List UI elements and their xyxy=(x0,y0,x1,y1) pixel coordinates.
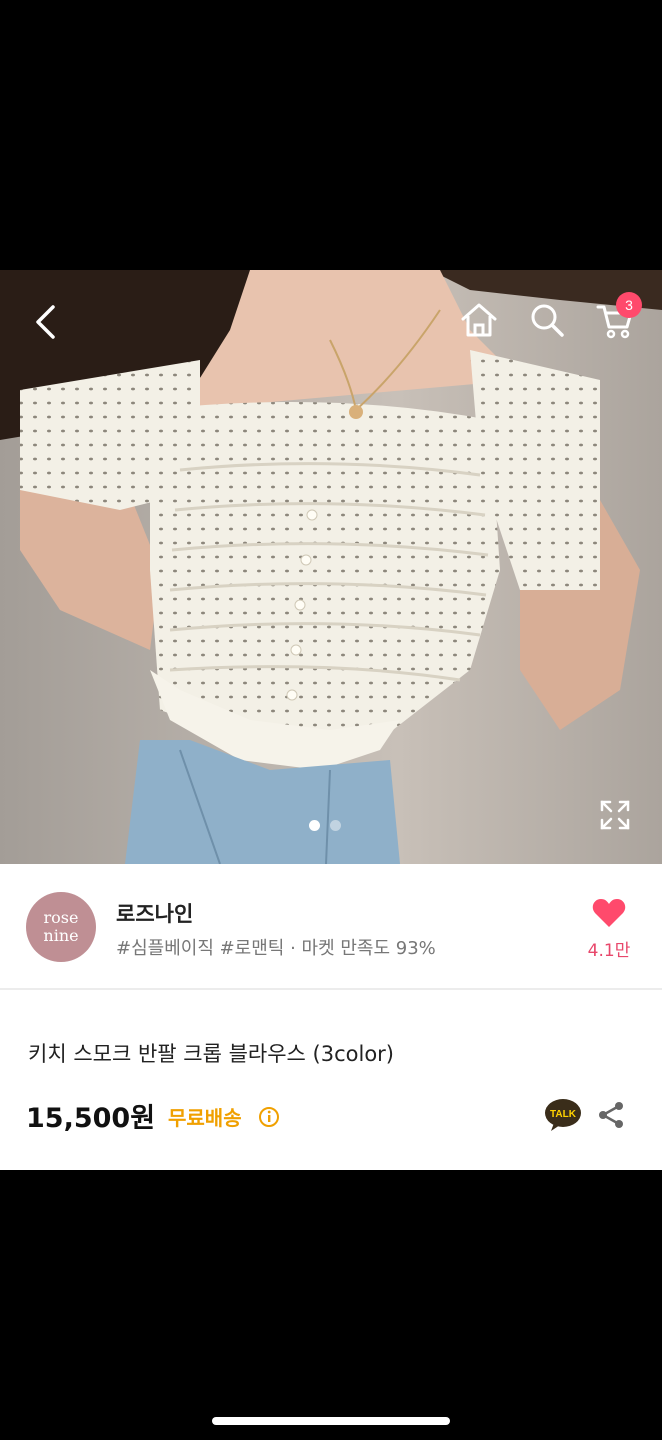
like-button[interactable] xyxy=(592,898,628,928)
expand-icon xyxy=(600,800,630,830)
search-icon xyxy=(531,304,564,337)
product-photo-illustration xyxy=(0,270,662,864)
expand-image-button[interactable] xyxy=(598,798,632,832)
chevron-left-icon xyxy=(36,305,55,339)
cart-count-badge: 3 xyxy=(616,292,642,318)
shop-logo-line1: rose xyxy=(43,908,79,927)
pagination-dot[interactable] xyxy=(330,820,341,831)
kakao-talk-share-button[interactable]: TALK xyxy=(544,1098,582,1132)
heart-icon xyxy=(592,899,626,927)
info-icon[interactable] xyxy=(258,1106,280,1128)
pagination-dot-active[interactable] xyxy=(309,820,320,831)
back-button[interactable] xyxy=(24,300,68,344)
share-icon xyxy=(599,1102,623,1128)
shop-name[interactable]: 로즈나인 xyxy=(116,898,193,928)
home-icon xyxy=(461,303,497,337)
shop-tags: #심플베이직 #로맨틱 · 마켓 만족도 93% xyxy=(116,938,436,959)
shop-logo-line2: nine xyxy=(43,926,79,945)
shop-logo[interactable]: rose nine xyxy=(26,892,96,962)
product-info: 키치 스모크 반팔 크롭 블라우스 (3color) 15,500원 무료배송 … xyxy=(0,990,662,1170)
product-title: 키치 스모크 반팔 크롭 블라우스 (3color) xyxy=(28,1042,394,1066)
kakao-talk-icon: TALK xyxy=(545,1099,581,1131)
product-image[interactable] xyxy=(0,270,662,864)
talk-label: TALK xyxy=(550,1109,577,1120)
search-button[interactable] xyxy=(524,298,570,342)
gallery-pagination xyxy=(309,820,341,831)
shop-info[interactable]: rose nine 로즈나인 #심플베이직 #로맨틱 · 마켓 만족도 93% … xyxy=(0,864,662,988)
product-price: 15,500원 xyxy=(26,1103,156,1134)
like-count: 4.1만 xyxy=(587,941,631,961)
home-indicator[interactable] xyxy=(212,1417,450,1425)
free-shipping-label: 무료배송 xyxy=(168,1106,242,1130)
share-button[interactable] xyxy=(596,1100,626,1130)
home-button[interactable] xyxy=(456,298,502,342)
